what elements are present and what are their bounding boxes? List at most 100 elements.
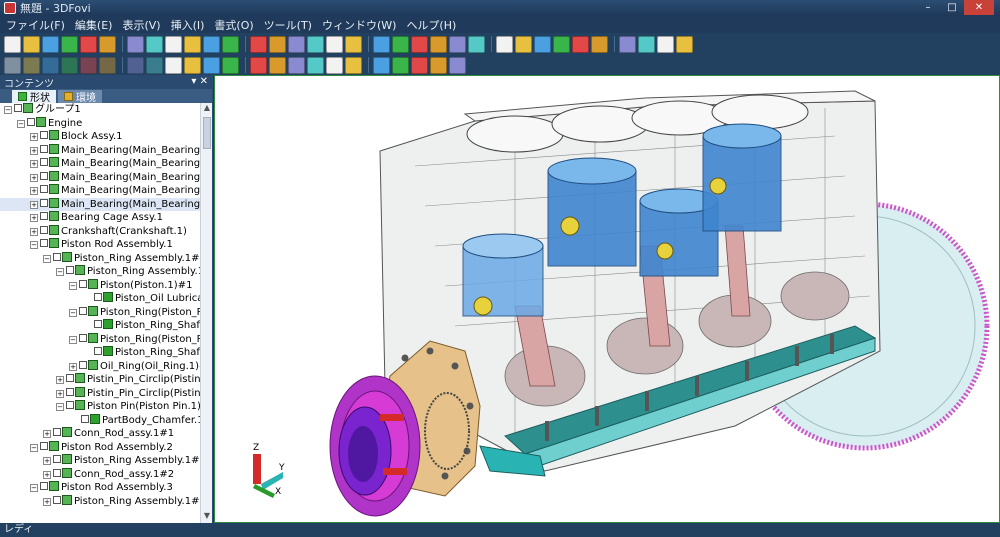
tree-node[interactable]: Piston_Oil Lubrication H xyxy=(0,292,200,306)
snap-icon[interactable] xyxy=(165,35,182,53)
visibility-checkbox[interactable] xyxy=(94,320,102,328)
expand-icon[interactable]: + xyxy=(30,160,38,168)
tree-scrollbar[interactable]: ▲ ▼ xyxy=(200,103,212,523)
tree-node[interactable]: − Piston Pin(Piston Pin.1)#1 xyxy=(0,400,200,414)
tree-node[interactable]: + Main_Bearing(Main_Bearing.3)#1 xyxy=(0,170,200,185)
tree-node[interactable]: + Main_Bearing(Main_Bearing.1)#1 xyxy=(0,143,200,158)
tree-node[interactable]: + Main_Bearing(Main_Bearing.4)#1 xyxy=(0,184,200,198)
collapse-icon[interactable]: − xyxy=(30,484,38,492)
expand-icon[interactable]: + xyxy=(30,227,38,236)
visibility-checkbox[interactable] xyxy=(66,374,74,382)
tree-node[interactable]: + Crankshaft(Crankshaft.1) xyxy=(0,224,200,239)
collapse-icon[interactable]: − xyxy=(69,308,77,317)
arrow-down-icon[interactable] xyxy=(430,35,447,53)
visibility-checkbox[interactable] xyxy=(40,185,48,193)
expand-icon[interactable]: + xyxy=(43,457,51,465)
stack-icon[interactable] xyxy=(345,56,362,74)
hand-icon[interactable] xyxy=(127,56,144,74)
arrow-up-icon[interactable] xyxy=(411,35,428,53)
pan-icon[interactable] xyxy=(392,56,409,74)
save-icon[interactable] xyxy=(61,35,78,53)
tree-node[interactable]: Piston_Ring_Shaft.1 xyxy=(0,319,200,333)
visibility-checkbox[interactable] xyxy=(40,171,48,180)
visibility-checkbox[interactable] xyxy=(40,441,48,450)
scroll-up-icon[interactable]: ▲ xyxy=(201,103,213,115)
expand-icon[interactable]: + xyxy=(30,173,38,182)
expand-icon[interactable]: + xyxy=(30,187,38,195)
rotate-3-icon[interactable] xyxy=(534,35,551,53)
tab-shape[interactable]: 形状 xyxy=(12,90,56,104)
menu-tools[interactable]: ツール(T) xyxy=(264,17,312,33)
measure-icon[interactable] xyxy=(619,35,636,53)
material-icon[interactable] xyxy=(307,56,324,74)
visibility-checkbox[interactable] xyxy=(53,455,61,463)
collapse-icon[interactable]: − xyxy=(4,106,12,114)
fit-view-icon[interactable] xyxy=(676,35,693,53)
tree-node[interactable]: + Main_Bearing(Main_Bearing.2)#1 xyxy=(0,157,200,171)
new-file-icon[interactable] xyxy=(4,35,21,53)
visibility-checkbox[interactable] xyxy=(40,144,48,153)
rotate-1-icon[interactable] xyxy=(496,35,513,53)
cube-green-1-icon[interactable] xyxy=(326,35,343,53)
expand-icon[interactable]: + xyxy=(56,376,64,384)
visibility-checkbox[interactable] xyxy=(66,387,74,396)
visibility-checkbox[interactable] xyxy=(53,428,61,436)
visibility-checkbox[interactable] xyxy=(27,117,35,126)
menu-view[interactable]: 表示(V) xyxy=(122,17,160,33)
expand-icon[interactable]: + xyxy=(56,389,64,398)
collapse-icon[interactable]: − xyxy=(69,335,77,344)
visibility-checkbox[interactable] xyxy=(40,212,48,220)
undo-icon[interactable] xyxy=(99,35,116,53)
grid-icon[interactable] xyxy=(269,56,286,74)
shape-5-icon[interactable] xyxy=(80,56,97,74)
tree-node[interactable]: − Piston Rod Assembly.1 xyxy=(0,238,200,252)
menu-format[interactable]: 書式(O) xyxy=(214,17,253,33)
collapse-icon[interactable]: − xyxy=(56,268,64,276)
tree-node[interactable]: + Block Assy.1 xyxy=(0,130,200,144)
arrow-left-icon[interactable] xyxy=(449,35,466,53)
menu-help[interactable]: ヘルプ(H) xyxy=(406,17,456,33)
shape-4-icon[interactable] xyxy=(61,56,78,74)
tree-node[interactable]: − Piston_Ring(Piston_Ring.2 xyxy=(0,332,200,347)
collapse-icon[interactable]: − xyxy=(17,119,25,128)
collapse-icon[interactable]: − xyxy=(69,281,77,290)
visibility-checkbox[interactable] xyxy=(79,333,87,342)
visibility-checkbox[interactable] xyxy=(14,104,22,112)
arrow-right-icon[interactable] xyxy=(468,35,485,53)
visibility-checkbox[interactable] xyxy=(79,360,87,369)
tab-environment[interactable]: 環境 xyxy=(58,90,102,104)
visibility-checkbox[interactable] xyxy=(79,306,87,315)
tree-node[interactable]: − Piston_Ring Assembly.1#2 xyxy=(0,265,200,279)
visibility-checkbox[interactable] xyxy=(40,158,48,166)
panel-close-icon[interactable]: ▾ ✕ xyxy=(191,76,208,87)
tree-node[interactable]: − グループ1 xyxy=(0,103,200,117)
visibility-checkbox[interactable] xyxy=(81,414,89,423)
shape-1-icon[interactable] xyxy=(4,56,21,74)
expand-icon[interactable]: + xyxy=(30,133,38,141)
tools-icon[interactable] xyxy=(288,56,305,74)
tree-node[interactable]: − Piston_Ring Assembly.1#1 xyxy=(0,251,200,266)
menu-insert[interactable]: 挿入(I) xyxy=(171,17,205,33)
cube-yellow-icon[interactable] xyxy=(392,35,409,53)
tree-node[interactable]: + Pistin_Pin_Circlip(Pistin_Pin_C xyxy=(0,386,200,401)
help-icon[interactable] xyxy=(250,35,267,53)
print-icon[interactable] xyxy=(80,35,97,53)
cloth-icon[interactable] xyxy=(184,56,201,74)
expand-icon[interactable]: + xyxy=(69,362,77,371)
expand-icon[interactable]: + xyxy=(43,497,51,506)
zoom-icon[interactable] xyxy=(572,35,589,53)
visibility-checkbox[interactable] xyxy=(94,347,102,355)
landscape-icon[interactable] xyxy=(430,56,447,74)
tree-node[interactable]: + Conn_Rod_assy.1#1 xyxy=(0,427,200,441)
open-3d-icon[interactable] xyxy=(42,35,59,53)
properties-icon[interactable] xyxy=(222,35,239,53)
screenshot-icon[interactable] xyxy=(203,35,220,53)
expand-icon[interactable]: + xyxy=(43,430,51,438)
shape-6-icon[interactable] xyxy=(99,56,116,74)
visibility-checkbox[interactable] xyxy=(40,198,48,207)
pen-icon[interactable] xyxy=(638,35,655,53)
tree-node[interactable]: + Piston_Ring Assembly.1#3 xyxy=(0,454,200,468)
bucket-icon[interactable] xyxy=(203,56,220,74)
visibility-checkbox[interactable] xyxy=(40,482,48,490)
visibility-checkbox[interactable] xyxy=(66,266,74,274)
